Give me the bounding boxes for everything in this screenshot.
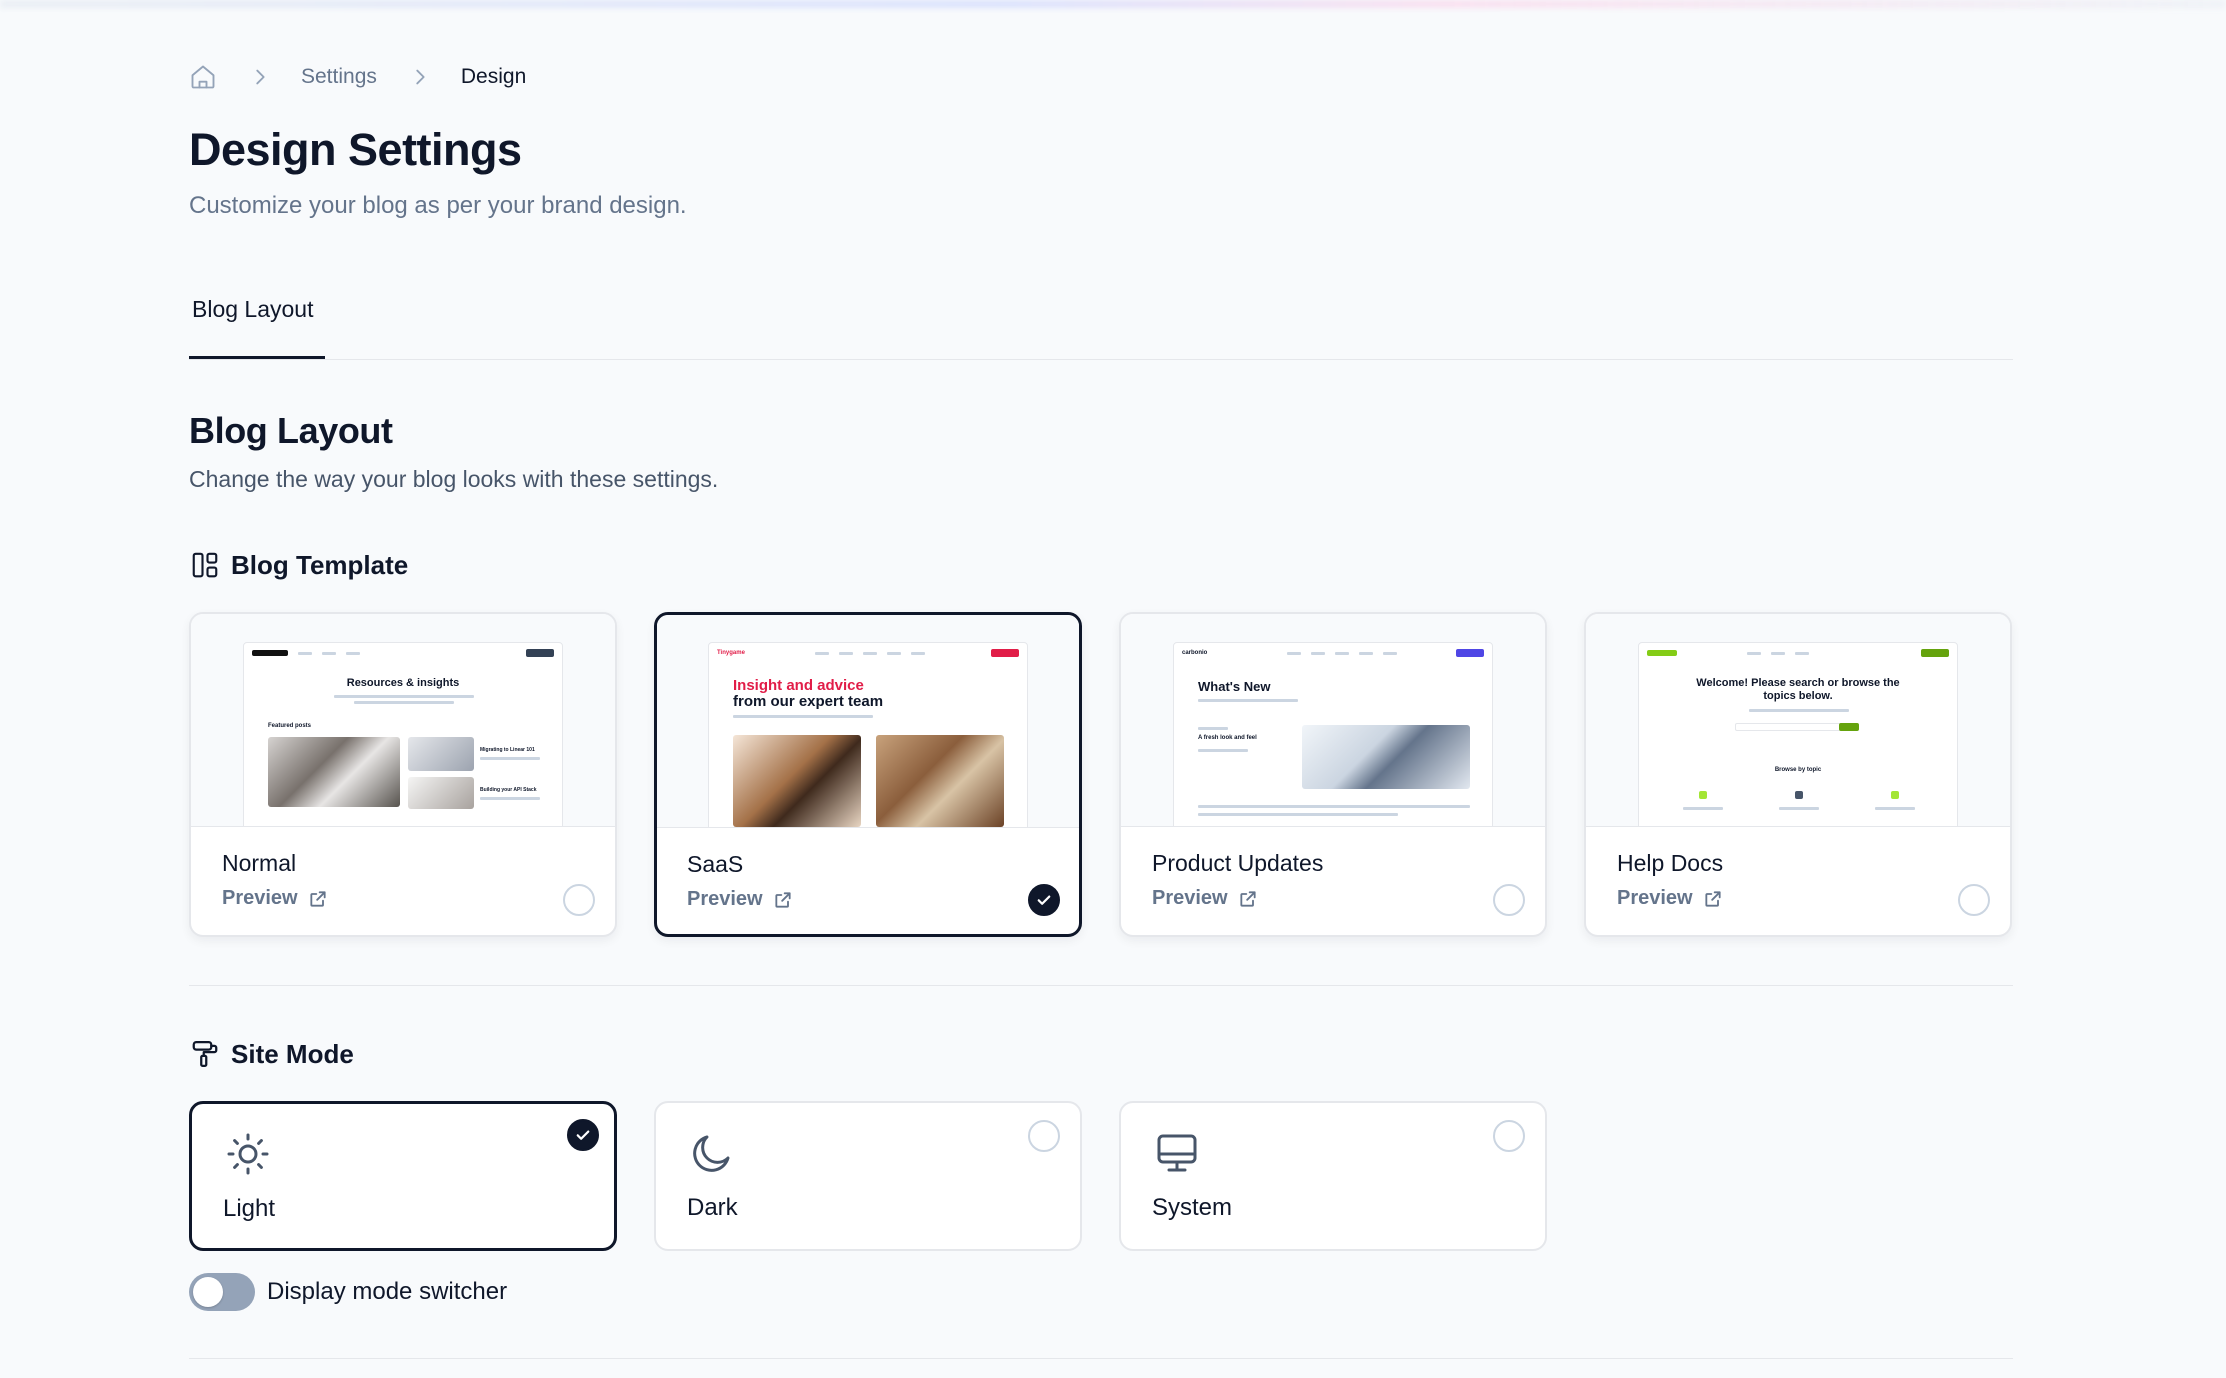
check-icon [1037,895,1051,905]
preview-link[interactable]: Preview [687,888,793,911]
mode-switcher-toggle[interactable] [189,1273,255,1311]
thumb-title: from our expert team [733,693,884,710]
page-subtitle: Customize your blog as per your brand de… [189,192,687,219]
section-divider [189,985,2013,986]
template-name: SaaS [687,851,744,877]
site-mode-heading: Site Mode [189,1038,354,1070]
thumb-subtitle: Featured posts [268,723,312,729]
template-thumbnail: Resources & insights Featured posts Migr… [191,614,615,827]
thumbnail-page: carbonio What's New A fresh look and fee… [1173,642,1493,826]
sun-icon [227,1133,269,1175]
radio-help-docs[interactable] [1958,884,1990,916]
site-mode-label: Site Mode [231,1038,354,1069]
thumbnail-page: Resources & insights Featured posts Migr… [243,642,563,826]
mode-label: Light [223,1195,276,1222]
radio-light[interactable] [567,1119,599,1151]
radio-product-updates[interactable] [1493,884,1525,916]
radio-system[interactable] [1493,1120,1525,1152]
active-tab-indicator [189,356,325,359]
home-icon[interactable] [189,63,217,91]
mode-label: Dark [687,1194,738,1221]
external-link-icon [775,891,791,908]
thumb-title: What's New [1198,679,1271,694]
radio-dark[interactable] [1028,1120,1060,1152]
template-thumbnail: Welcome! Please search or browse the top… [1586,614,2010,827]
external-link-icon [1240,890,1256,907]
chevron-right-icon [409,66,431,88]
check-icon [576,1130,590,1140]
thumb-image [733,735,861,827]
toggle-knob [193,1277,223,1307]
breadcrumb-settings[interactable]: Settings [301,65,377,89]
section-divider [189,1358,2013,1359]
mode-switcher-label: Display mode switcher [267,1278,508,1305]
external-link-icon [310,890,326,907]
monitor-icon [1157,1134,1197,1172]
mode-card-dark[interactable]: Dark [654,1101,1082,1251]
paint-roller-icon [189,1038,221,1070]
template-thumbnail: Tinygame Insight and advice from our exp… [657,615,1079,828]
thumbnail-page: Tinygame Insight and advice from our exp… [708,642,1028,827]
template-card-saas[interactable]: Tinygame Insight and advice from our exp… [654,612,1082,937]
thumb-image [268,737,400,807]
preview-link[interactable]: Preview [1617,887,1723,910]
radio-saas[interactable] [1028,884,1060,916]
mode-label: System [1152,1194,1233,1221]
template-name: Normal [222,850,297,876]
preview-link[interactable]: Preview [222,887,328,910]
template-name: Help Docs [1617,850,1724,876]
page-title: Design Settings [189,124,522,175]
template-card-normal[interactable]: Resources & insights Featured posts Migr… [189,612,617,937]
mode-card-system[interactable]: System [1119,1101,1547,1251]
external-link-icon [1705,890,1721,907]
thumbnail-page: Welcome! Please search or browse the top… [1638,642,1958,826]
breadcrumb: Settings Design [189,62,526,92]
tab-blog-layout[interactable]: Blog Layout [192,296,313,323]
preview-link[interactable]: Preview [1152,887,1258,910]
thumb-title: Resources & insights [346,677,460,689]
top-gradient [0,0,2226,8]
thumb-title: Welcome! Please search or browse the top… [1696,677,1900,702]
tab-bar: Blog Layout [189,296,2013,360]
section-title: Blog Layout [189,410,393,451]
template-thumbnail: carbonio What's New A fresh look and fee… [1121,614,1545,827]
template-card-help-docs[interactable]: Welcome! Please search or browse the top… [1584,612,2012,937]
thumb-search-box [1735,723,1845,731]
template-name: Product Updates [1152,850,1324,876]
moon-icon [693,1135,730,1172]
mode-switcher-row: Display mode switcher [189,1273,507,1311]
section-description: Change the way your blog looks with thes… [189,466,719,492]
blog-template-heading: Blog Template [189,549,408,581]
thumb-title-accent: Insight and advice [733,677,864,694]
radio-normal[interactable] [563,884,595,916]
thumb-image [1302,725,1470,789]
layout-icon [189,549,221,581]
chevron-right-icon [249,66,271,88]
mode-card-light[interactable]: Light [189,1101,617,1251]
blog-template-label: Blog Template [231,549,409,580]
breadcrumb-design: Design [460,65,527,88]
template-card-product-updates[interactable]: carbonio What's New A fresh look and fee… [1119,612,1547,937]
